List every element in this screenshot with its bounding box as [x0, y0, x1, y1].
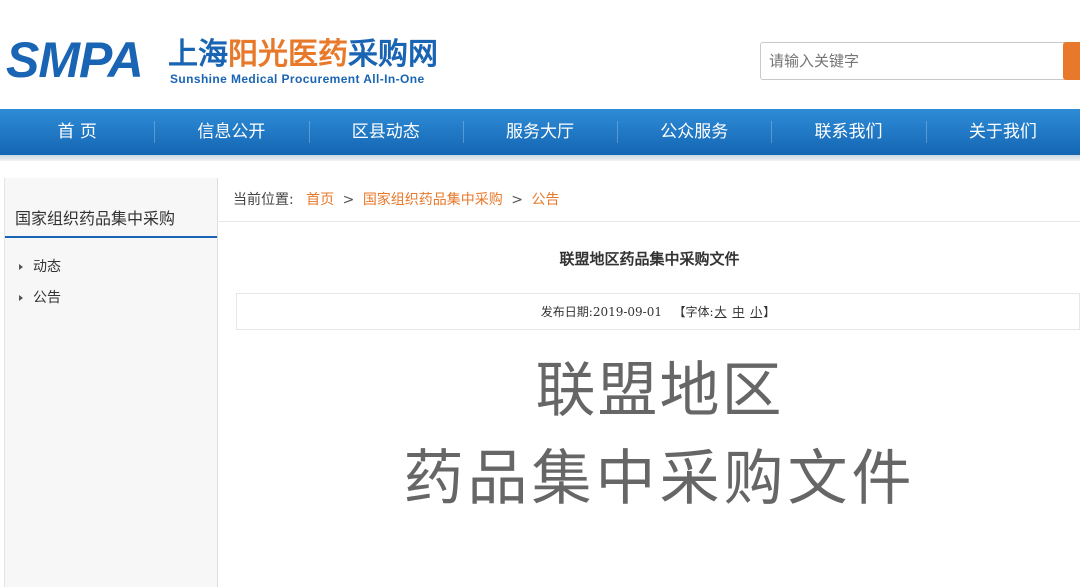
font-size-large-link[interactable]: 大	[715, 305, 727, 319]
font-size-label: 【字体:	[673, 305, 714, 319]
nav-item-about-us[interactable]: 关于我们	[925, 109, 1080, 155]
search-button[interactable]	[1063, 42, 1080, 80]
caret-right-icon	[19, 264, 23, 270]
caret-right-icon	[19, 295, 23, 301]
logo-cn-part1: 上海	[168, 37, 228, 72]
logo-english-name: Sunshine Medical Procurement All-In-One	[170, 72, 425, 86]
article-meta: 发布日期:2019-09-01 【字体:大 中 小】	[236, 293, 1080, 330]
font-size-medium-link[interactable]: 中	[732, 305, 744, 319]
logo-abbr: SMPA	[6, 32, 144, 88]
nav-item-district-news[interactable]: 区县动态	[308, 109, 463, 155]
nav-item-service-hall[interactable]: 服务大厅	[462, 109, 617, 155]
breadcrumb-separator: >	[342, 192, 355, 208]
sidebar-item-announcements[interactable]: 公告	[5, 283, 217, 314]
main-content: 当前位置: 首页 > 国家组织药品集中采购 > 公告 联盟地区药品集中采购文件 …	[219, 178, 1080, 587]
breadcrumb-category[interactable]: 国家组织药品集中采购	[363, 192, 503, 208]
sidebar-item-label: 公告	[33, 290, 61, 306]
breadcrumb-separator: >	[511, 192, 523, 208]
breadcrumb-prefix: 当前位置:	[233, 192, 294, 208]
main-nav: 首 页 信息公开 区县动态 服务大厅 公众服务 联系我们 关于我们	[0, 109, 1080, 155]
nav-item-contact-us[interactable]: 联系我们	[771, 109, 925, 155]
breadcrumb-home[interactable]: 首页	[306, 192, 334, 208]
logo-cn-part3: 采购网	[348, 37, 438, 72]
sidebar-item-label: 动态	[33, 259, 61, 275]
hero-line-2: 药品集中采购文件	[403, 444, 916, 514]
sidebar-item-news[interactable]: 动态	[5, 252, 217, 283]
logo-cn-part2: 阳光医药	[228, 37, 348, 72]
article-title: 联盟地区药品集中采购文件	[559, 250, 740, 268]
nav-item-public-service[interactable]: 公众服务	[617, 109, 771, 155]
article-hero-image: 联盟地区 药品集中采购文件	[219, 354, 1080, 524]
publish-date-label: 发布日期:	[540, 305, 593, 319]
sidebar-title: 国家组织药品集中采购	[5, 178, 217, 238]
nav-item-home[interactable]: 首 页	[0, 109, 154, 155]
hero-line-1: 联盟地区	[535, 356, 784, 426]
font-size-close: 】	[763, 305, 776, 319]
logo-chinese-name: 上海阳光医药采购网	[168, 38, 438, 72]
publish-date: 2019-09-01	[592, 305, 662, 319]
font-size-small-link[interactable]: 小	[750, 305, 762, 319]
nav-divider	[0, 155, 1080, 161]
breadcrumb: 当前位置: 首页 > 国家组织药品集中采购 > 公告	[219, 178, 1080, 222]
site-logo[interactable]: SMPA 上海阳光医药采购网 Sunshine Medical Procurem…	[6, 34, 476, 90]
site-header: SMPA 上海阳光医药采购网 Sunshine Medical Procurem…	[0, 0, 1080, 108]
search-input[interactable]	[760, 42, 1065, 80]
nav-item-info-disclosure[interactable]: 信息公开	[154, 109, 308, 155]
sidebar-list: 动态 公告	[5, 238, 217, 314]
sidebar: 国家组织药品集中采购 动态 公告	[4, 178, 218, 587]
breadcrumb-current[interactable]: 公告	[531, 192, 559, 208]
